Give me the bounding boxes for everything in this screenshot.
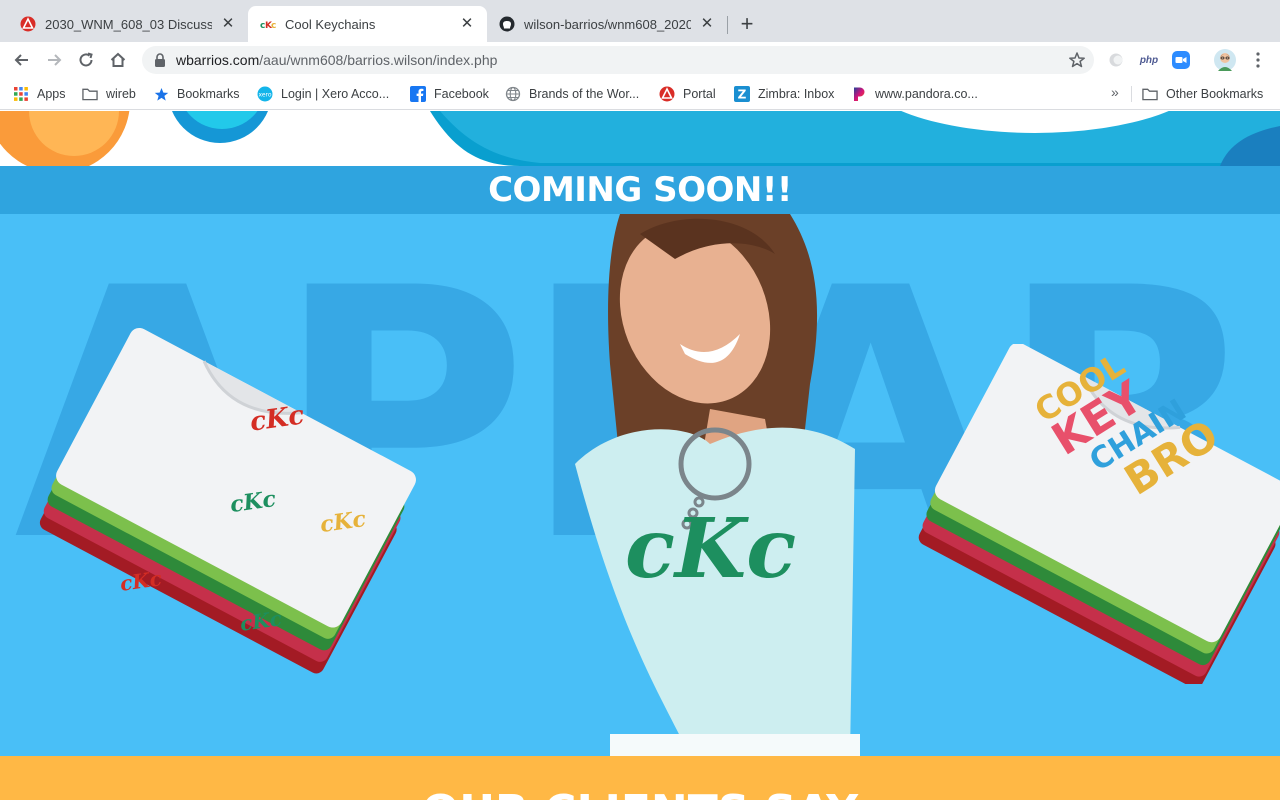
- menu-dots-icon[interactable]: [1248, 50, 1268, 70]
- testimonials-section: OUR CLIENTS SAY: [0, 756, 1280, 800]
- bookmark-star-icon[interactable]: [1068, 51, 1086, 69]
- globe-icon: [505, 86, 521, 102]
- svg-text:Z: Z: [738, 88, 747, 102]
- browser-toolbar: wbarrios.com/aau/wnm608/barrios.wilson/i…: [0, 42, 1280, 78]
- folder-icon: [1142, 86, 1158, 102]
- tab-title: 2030_WNM_608_03 Discussio: [45, 16, 212, 32]
- bookmark-label: Other Bookmarks: [1166, 87, 1264, 101]
- shirt-left-ckc-print: cKc: [238, 606, 284, 636]
- back-button[interactable]: [10, 48, 34, 72]
- bookmark-pandora[interactable]: www.pandora.co...: [851, 84, 978, 104]
- close-tab-icon[interactable]: ✕: [459, 16, 475, 32]
- bookmark-label: Facebook: [434, 87, 489, 101]
- shirt-left-ckc-print: cKc: [248, 400, 307, 438]
- bookmarks-bar: Apps wireb Bookmarks xero Login | Xero A…: [0, 78, 1280, 110]
- lock-icon: [154, 53, 168, 67]
- svg-text:c: c: [271, 21, 276, 31]
- php-extension-icon[interactable]: php: [1138, 50, 1160, 70]
- zoom-extension-icon[interactable]: [1171, 50, 1191, 70]
- url-path: /aau/wnm608/barrios.wilson/index.php: [259, 52, 498, 68]
- svg-text:xero: xero: [258, 91, 271, 98]
- aau-logo-icon: [659, 86, 675, 102]
- profile-avatar[interactable]: [1214, 49, 1236, 71]
- reload-icon: [79, 52, 93, 67]
- forward-button[interactable]: [42, 48, 66, 72]
- tab-title: wilson-barrios/wnm608_2020: [524, 16, 691, 32]
- shirt-left-ckc-print: cKc: [318, 505, 368, 539]
- home-button[interactable]: [106, 48, 130, 72]
- tab-github[interactable]: wilson-barrios/wnm608_2020 ✕: [487, 6, 727, 42]
- bookmark-apps[interactable]: Apps: [13, 84, 66, 104]
- model-shirt-ckc-print: cKc: [625, 501, 797, 597]
- bookmark-other-bookmarks[interactable]: Other Bookmarks: [1142, 84, 1263, 104]
- apps-grid-icon: [13, 86, 29, 102]
- tab-cool-keychains[interactable]: cKc Cool Keychains ✕: [248, 6, 487, 42]
- coming-soon-banner: COMING SOON!!: [0, 166, 1280, 214]
- bookmark-brands-of-the-world[interactable]: Brands of the Wor...: [505, 84, 639, 104]
- bookmark-facebook[interactable]: Facebook: [410, 84, 489, 104]
- shirt-left-print-layer: cKc cKc cKc cKc cKc: [90, 339, 430, 659]
- star-icon: [153, 86, 169, 102]
- shirt-right-print-layer: COOL KEY CHAIN BRO: [1020, 346, 1260, 604]
- hero-decorative-shapes: [0, 111, 1280, 166]
- close-tab-icon[interactable]: ✕: [699, 16, 715, 32]
- web-page: COMING SOON!! APPAREL cKc cKc cKc cKc cK…: [0, 111, 1280, 800]
- bookmark-xero[interactable]: xero Login | Xero Acco...: [257, 84, 389, 104]
- github-icon: [499, 16, 515, 32]
- tab-discussion[interactable]: 2030_WNM_608_03 Discussio ✕: [8, 6, 248, 42]
- bookmark-folder-wireb[interactable]: wireb: [82, 84, 136, 104]
- pandora-icon: [851, 86, 867, 102]
- xero-icon: xero: [257, 86, 273, 102]
- tab-title: Cool Keychains: [285, 16, 376, 32]
- home-icon: [110, 52, 126, 67]
- shirt-left-ckc-print: cKc: [228, 485, 278, 519]
- forward-arrow-icon: [48, 54, 62, 66]
- zimbra-icon: Z: [734, 86, 750, 102]
- aau-logo-icon: [20, 16, 36, 32]
- bookmark-label: Brands of the Wor...: [529, 87, 640, 101]
- tab-strip: 2030_WNM_608_03 Discussio ✕ cKc Cool Key…: [0, 0, 1280, 42]
- bookmark-label: Apps: [37, 87, 66, 101]
- bookmark-bookmarks[interactable]: Bookmarks: [153, 84, 240, 104]
- facebook-icon: [410, 86, 426, 102]
- close-tab-icon[interactable]: ✕: [220, 16, 236, 32]
- address-bar[interactable]: wbarrios.com/aau/wnm608/barrios.wilson/i…: [142, 46, 1094, 74]
- hero-graphic-strip: [0, 111, 1280, 166]
- apparel-section: APPAREL cKc cKc cKc cKc cKc: [0, 214, 1280, 756]
- ckc-favicon: cKc: [260, 16, 276, 32]
- shirt-left-ckc-print: cKc: [118, 566, 164, 596]
- new-tab-button[interactable]: +: [737, 13, 757, 35]
- bookmark-label: wireb: [106, 87, 136, 101]
- bookmarks-divider: [1131, 86, 1132, 102]
- url-host: wbarrios.com: [176, 52, 260, 68]
- bookmark-zimbra[interactable]: Z Zimbra: Inbox: [734, 84, 834, 104]
- bookmark-label: Zimbra: Inbox: [758, 87, 835, 101]
- banner-title: COMING SOON!!: [488, 170, 792, 210]
- bookmark-label: Portal: [683, 87, 716, 101]
- back-arrow-icon: [14, 54, 28, 66]
- bookmark-portal[interactable]: Portal: [659, 84, 716, 104]
- tab-divider: [727, 16, 728, 34]
- testimonials-title: OUR CLIENTS SAY: [0, 786, 1280, 800]
- reload-button[interactable]: [74, 48, 98, 72]
- bookmark-label: Login | Xero Acco...: [281, 87, 390, 101]
- more-bookmarks-chevron-icon[interactable]: »: [1111, 84, 1119, 100]
- bookmark-label: www.pandora.co...: [875, 87, 978, 101]
- php-label: php: [1139, 54, 1159, 66]
- bookmark-label: Bookmarks: [177, 87, 240, 101]
- folder-icon: [82, 86, 98, 102]
- url-text: wbarrios.com/aau/wnm608/barrios.wilson/i…: [176, 52, 497, 68]
- circle-extension-icon[interactable]: [1106, 50, 1126, 70]
